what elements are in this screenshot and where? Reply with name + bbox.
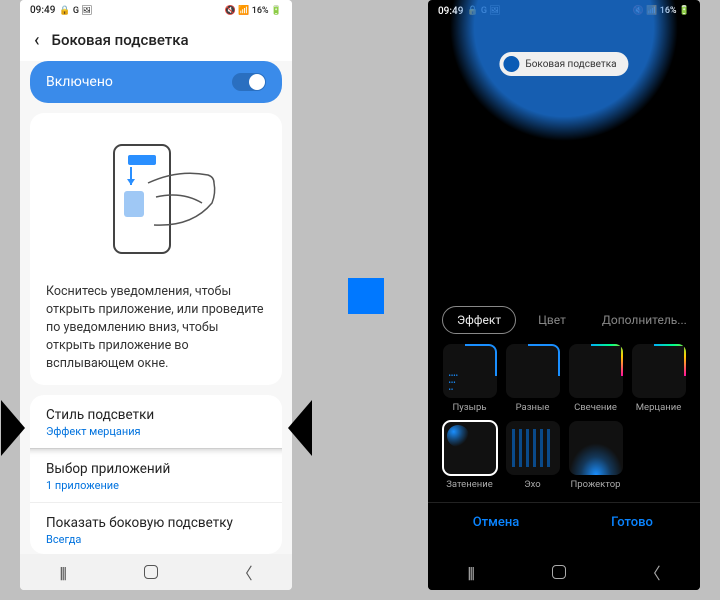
setting-row-show[interactable]: Показать боковую подсветку Всегда [30, 502, 282, 554]
effect-label: Прожектор [571, 479, 621, 490]
status-left-icons: 🔒 G 🖼 [59, 6, 92, 16]
row-title: Стиль подсветки [46, 407, 266, 423]
effect-thumbnail [506, 344, 560, 398]
status-bar: 09:49 🔒 G 🖼 🔇 📶 16% 🔋 [20, 0, 292, 22]
focus-pointer-left-icon [1, 400, 25, 456]
row-title: Показать боковую подсветку [46, 515, 266, 531]
effect-thumbnail [443, 421, 497, 475]
tab-effect[interactable]: Эффект [442, 306, 516, 334]
setting-row-apps[interactable]: Выбор приложений 1 приложение [30, 448, 282, 502]
row-subtitle: Эффект мерцания [46, 425, 266, 438]
info-card: Коснитесь уведомления, чтобы открыть при… [30, 113, 282, 386]
effect-thumbnail [569, 421, 623, 475]
enabled-label: Включено [46, 74, 113, 90]
effect-picker-screen: 09:49 🔒 G 🖼 🔇 📶 16% 🔋 Боковая подсветка … [428, 0, 700, 590]
nav-bar: ||| 〈 [20, 554, 292, 590]
effect-tabs: Эффект Цвет Дополнитель... [428, 302, 700, 344]
done-button[interactable]: Готово [564, 503, 700, 542]
row-subtitle: 1 приложение [46, 479, 266, 492]
tab-color[interactable]: Цвет [524, 307, 580, 333]
toggle-switch[interactable] [232, 73, 266, 91]
tab-additional[interactable]: Дополнитель... [588, 307, 700, 333]
title-bar: ‹ Боковая подсветка [20, 22, 292, 61]
effect-thumbnail [632, 344, 686, 398]
master-toggle-row[interactable]: Включено [30, 61, 282, 103]
effect-option[interactable]: Пузырь [440, 344, 499, 413]
nav-bar: ||| 〈 [428, 554, 700, 590]
description-text: Коснитесь уведомления, чтобы открыть при… [46, 283, 266, 374]
effect-option[interactable]: Свечение [566, 344, 625, 413]
effect-preview: Боковая подсветка [428, 22, 700, 302]
nav-recents-icon[interactable]: ||| [59, 563, 65, 582]
nav-recents-icon[interactable]: ||| [467, 563, 473, 582]
status-right-icons: 🔇 📶 16% 🔋 [225, 6, 282, 16]
connector-arrow-icon [348, 278, 384, 314]
effect-label: Эхо [524, 479, 540, 490]
action-bar: Отмена Готово [428, 502, 700, 542]
effect-label: Свечение [574, 402, 617, 413]
settings-screen: 09:49 🔒 G 🖼 🔇 📶 16% 🔋 ‹ Боковая подсветк… [20, 0, 292, 590]
preview-notification-pill: Боковая подсветка [499, 52, 628, 76]
nav-home-icon[interactable] [144, 565, 158, 579]
pill-dot-icon [503, 56, 519, 72]
pill-label: Боковая подсветка [525, 59, 616, 70]
focus-pointer-right-icon [288, 400, 312, 456]
effect-thumbnail [569, 344, 623, 398]
effect-label: Пузырь [453, 402, 487, 413]
effect-label: Затенение [446, 479, 492, 490]
effect-option[interactable]: Прожектор [566, 421, 625, 490]
nav-back-icon[interactable]: 〈 [237, 560, 253, 584]
row-subtitle: Всегда [46, 533, 266, 546]
effect-thumbnail [506, 421, 560, 475]
status-time: 09:49 [30, 5, 55, 16]
gesture-illustration [46, 129, 266, 269]
cancel-button[interactable]: Отмена [428, 503, 564, 542]
effect-grid: Пузырь Разные Свечение Мерцание Затенение Эхо… [428, 344, 700, 498]
nav-home-icon[interactable] [552, 565, 566, 579]
row-title: Выбор приложений [46, 461, 266, 477]
effect-label: Разные [516, 402, 550, 413]
effect-option[interactable]: Разные [503, 344, 562, 413]
effect-thumbnail [443, 344, 497, 398]
settings-list: Стиль подсветки Эффект мерцания Выбор пр… [30, 395, 282, 554]
effect-option[interactable]: Эхо [503, 421, 562, 490]
nav-back-icon[interactable]: 〈 [645, 560, 661, 584]
effect-label: Мерцание [636, 402, 681, 413]
effect-option[interactable]: Мерцание [629, 344, 688, 413]
page-title: Боковая подсветка [52, 31, 189, 49]
setting-row-style[interactable]: Стиль подсветки Эффект мерцания [30, 395, 282, 448]
back-icon[interactable]: ‹ [34, 30, 40, 51]
effect-option[interactable]: Затенение [440, 421, 499, 490]
